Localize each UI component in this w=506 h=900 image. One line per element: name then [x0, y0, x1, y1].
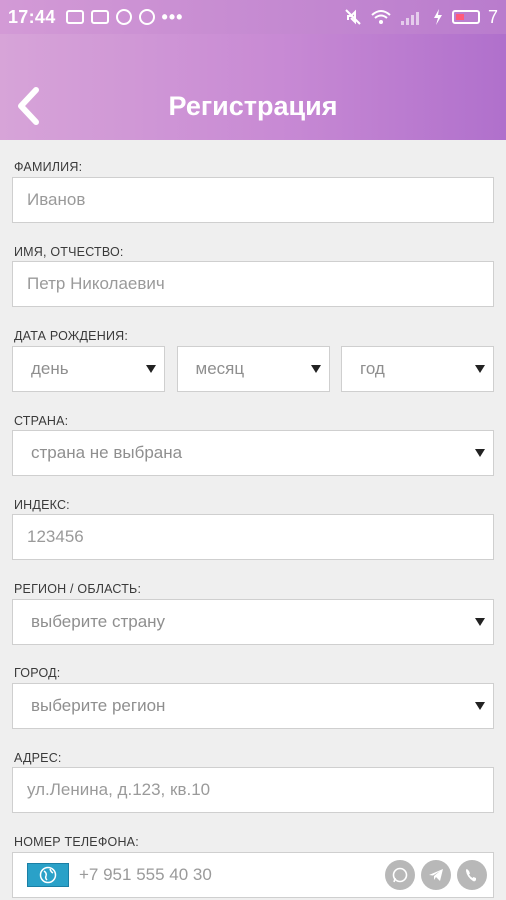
last-name-label: ФАМИЛИЯ:: [14, 160, 83, 174]
country-label: СТРАНА:: [14, 414, 69, 428]
first-middle-name-label: ИМЯ, ОТЧЕСТВО:: [14, 245, 124, 259]
last-name-placeholder: Иванов: [27, 190, 86, 209]
viber-icon[interactable]: [457, 860, 487, 890]
last-name-field[interactable]: Иванов: [12, 177, 494, 223]
country-code-selector[interactable]: [27, 863, 69, 887]
signal-icon: [400, 12, 419, 25]
mute-icon: [345, 9, 361, 25]
messenger-icons: [385, 860, 487, 890]
zip-placeholder: 123456: [27, 527, 84, 546]
region-select[interactable]: выберите страну: [12, 599, 494, 645]
phone-label: НОМЕР ТЕЛЕФОНА:: [14, 835, 139, 849]
wifi-icon: [371, 10, 391, 24]
first-middle-name-placeholder: Петр Николаевич: [27, 274, 165, 293]
battery-level: 7: [487, 6, 498, 27]
city-select[interactable]: выберите регион: [12, 683, 494, 729]
country-select[interactable]: страна не выбрана: [12, 430, 494, 476]
birth-month-select[interactable]: месяц: [176, 346, 330, 392]
page-title: Регистрация: [168, 91, 338, 121]
globe-icon: [39, 866, 57, 884]
birth-day-value: день: [31, 359, 69, 378]
region-value: выберите страну: [31, 612, 166, 631]
check-circle-icon: [115, 9, 132, 25]
more-dots-icon: •••: [161, 6, 184, 27]
birth-month-value: месяц: [195, 359, 245, 378]
chevron-down-icon: [146, 365, 156, 373]
city-label: ГОРОД:: [14, 666, 61, 680]
status-notification-icons: •••: [65, 6, 184, 28]
app-header: Регистрация: [0, 34, 506, 140]
chevron-down-icon: [475, 365, 485, 373]
image-icon: [65, 10, 84, 24]
chevron-down-icon: [475, 618, 485, 626]
address-placeholder: ул.Ленина, д.123, кв.10: [27, 780, 211, 799]
phone-placeholder: +7 951 555 40 30: [79, 865, 212, 884]
address-label: АДРЕС:: [14, 751, 62, 765]
region-label: РЕГИОН / ОБЛАСТЬ:: [14, 582, 142, 596]
chevron-down-icon: [475, 702, 485, 710]
birth-year-select[interactable]: год: [341, 346, 494, 392]
status-bar: 17:44 ••• 7: [0, 0, 506, 34]
country-value: страна не выбрана: [31, 443, 183, 462]
birth-day-select[interactable]: день: [12, 346, 165, 392]
pause-circle-icon: [138, 9, 155, 25]
chevron-down-icon: [310, 365, 321, 373]
status-system-icons: 7: [344, 7, 498, 28]
charging-bolt-icon: [433, 9, 442, 25]
birth-year-value: год: [360, 359, 385, 378]
telegram-icon[interactable]: [421, 860, 451, 890]
status-time: 17:44: [8, 6, 56, 27]
birth-date-label: ДАТА РОЖДЕНИЯ:: [14, 329, 129, 343]
zip-label: ИНДЕКС:: [14, 498, 70, 512]
birth-date-selects: день месяц год: [12, 346, 494, 392]
zip-field[interactable]: 123456: [12, 514, 494, 560]
chevron-down-icon: [475, 449, 485, 457]
whatsapp-icon[interactable]: [385, 860, 415, 890]
battery-icon: [451, 10, 480, 24]
phone-field[interactable]: +7 951 555 40 30: [12, 852, 494, 898]
city-value: выберите регион: [31, 696, 166, 715]
first-middle-name-field[interactable]: Петр Николаевич: [12, 261, 494, 307]
vk-icon: [90, 10, 109, 24]
address-field[interactable]: ул.Ленина, д.123, кв.10: [12, 767, 494, 813]
